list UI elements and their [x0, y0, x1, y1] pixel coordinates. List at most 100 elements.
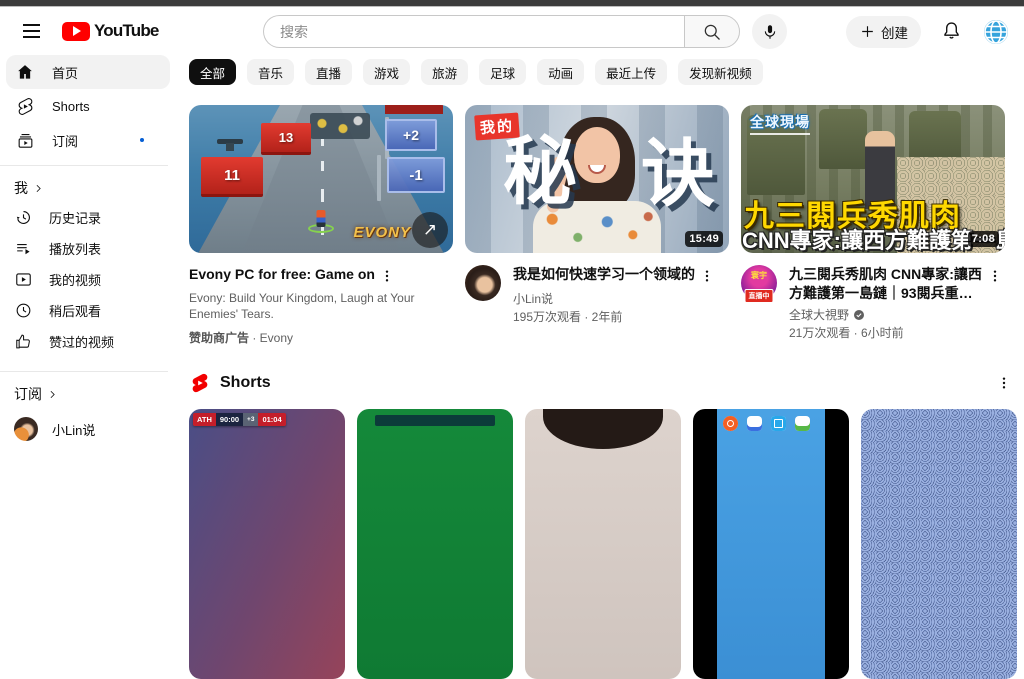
- sidebar-section-subscriptions[interactable]: 订阅: [0, 380, 176, 408]
- short-thumbnail-soccer-score[interactable]: ATH 90:00 +3 01:04: [189, 409, 345, 679]
- subscriptions-section-label: 订阅: [14, 384, 42, 404]
- channel-avatar[interactable]: [465, 265, 501, 301]
- channel-avatar-live[interactable]: 寰宇 直播中: [741, 265, 777, 301]
- channel-name[interactable]: 全球大視野: [789, 306, 849, 323]
- account-avatar[interactable]: [982, 18, 1010, 46]
- thumbnail-subline: CNN專家:讓西方難護第一島鏈: [742, 223, 1005, 253]
- chip-animation[interactable]: 动画: [537, 59, 584, 85]
- sidebar-item-home[interactable]: 首页: [6, 55, 170, 89]
- home-icon: [14, 62, 36, 82]
- shorts-more-options-button[interactable]: [996, 372, 1014, 394]
- youtube-logo[interactable]: YouTube: [62, 21, 159, 41]
- thumbs-up-icon: [14, 332, 33, 351]
- chevron-right-icon: [46, 388, 59, 401]
- chip-new-to-you[interactable]: 发现新视频: [678, 59, 763, 85]
- person-face-art: [574, 127, 620, 183]
- channel-name[interactable]: 小Lin说: [513, 290, 553, 307]
- sidebar-item-label: 赞过的视频: [49, 332, 114, 351]
- sidebar-item-subscriptions[interactable]: 订阅: [6, 123, 170, 157]
- scoreboard-clock: 01:04: [258, 413, 285, 426]
- app-icon-blue: [771, 416, 786, 431]
- main-content: 全部 音乐 直播 游戏 旅游 足球 动画 最近上传 发现新视频 13: [189, 55, 1024, 679]
- more-options-button[interactable]: [987, 265, 1005, 287]
- video-grid: 13 11 +2 -1 EVONY ↗: [189, 105, 1024, 346]
- sidebar-item-liked-videos[interactable]: 赞过的视频: [6, 326, 170, 357]
- chip-music[interactable]: 音乐: [247, 59, 294, 85]
- scoreboard-art: ATH 90:00 +3 01:04: [193, 413, 286, 426]
- turret-art: [217, 139, 243, 144]
- video-thumbnail[interactable]: 全球現場 九三閱兵秀肌肉 CNN專家:讓西方難護第一島鏈 7:08: [741, 105, 1005, 253]
- sidebar-item-label: 历史记录: [49, 208, 101, 227]
- thumbnail-big-char: 秘: [503, 135, 577, 209]
- history-icon: [14, 208, 33, 227]
- shorts-shelf: ATH 90:00 +3 01:04: [189, 409, 1024, 679]
- chip-live[interactable]: 直播: [305, 59, 352, 85]
- playlists-icon: [14, 239, 33, 258]
- sidebar-channel-xiaolinshuo[interactable]: 小Lin说: [6, 412, 170, 446]
- plus-icon: [859, 23, 876, 40]
- thumbnail-big-char: 诀: [641, 137, 715, 211]
- watch-later-icon: [14, 301, 33, 320]
- app-icon-phi: [747, 416, 762, 431]
- chip-travel[interactable]: 旅游: [421, 59, 468, 85]
- scoreboard-time: 90:00: [216, 413, 243, 426]
- your-videos-icon: [14, 270, 33, 289]
- scoreboard-added-time: +3: [243, 413, 258, 426]
- avatar-text: 寰宇: [741, 270, 777, 281]
- filter-chip-bar: 全部 音乐 直播 游戏 旅游 足球 动画 最近上传 发现新视频: [189, 59, 1024, 85]
- sidebar-item-history[interactable]: 历史记录: [6, 202, 170, 233]
- live-badge: 直播中: [745, 289, 774, 303]
- create-button[interactable]: 创建: [846, 16, 921, 48]
- shorts-section-header: Shorts: [189, 372, 1024, 394]
- sidebar-item-playlists[interactable]: 播放列表: [6, 233, 170, 264]
- search-input[interactable]: [280, 24, 684, 40]
- video-title[interactable]: 我是如何快速学习一个领域的: [513, 265, 695, 287]
- sidebar-item-label: 稍后观看: [49, 301, 101, 320]
- verified-badge-icon: [853, 309, 865, 321]
- video-card: 我的 秘 诀 15:49 我是如何快速学习一个领域的: [465, 105, 729, 346]
- ad-title[interactable]: Evony PC for free: Game on: [189, 265, 375, 287]
- sidebar-item-your-videos[interactable]: 我的视频: [6, 264, 170, 295]
- sidebar-divider: [0, 371, 168, 372]
- shorts-section-title: Shorts: [220, 374, 271, 392]
- chip-soccer[interactable]: 足球: [479, 59, 526, 85]
- search-icon: [702, 22, 722, 42]
- menu-button[interactable]: [14, 14, 48, 48]
- enemy-pile-art: [310, 113, 370, 139]
- short-thumbnail-face[interactable]: [525, 409, 681, 679]
- search-button[interactable]: [684, 15, 740, 48]
- shorts-icon: [14, 97, 36, 116]
- gate-top-art: [385, 105, 443, 114]
- sidebar-item-watch-later[interactable]: 稍后观看: [6, 295, 170, 326]
- hair-art: [543, 409, 663, 449]
- voice-search-button[interactable]: [752, 14, 787, 49]
- chevron-right-icon: [32, 182, 45, 195]
- short-thumbnail-crowd[interactable]: [861, 409, 1017, 679]
- more-options-button[interactable]: [699, 265, 717, 287]
- globe-avatar-icon: [982, 18, 1010, 46]
- video-thumbnail[interactable]: 我的 秘 诀 15:49: [465, 105, 729, 253]
- me-section-label: 我: [14, 178, 28, 198]
- sidebar-section-me[interactable]: 我: [0, 174, 176, 202]
- chip-gaming[interactable]: 游戏: [363, 59, 410, 85]
- notifications-button[interactable]: [940, 20, 963, 43]
- video-meta: 195万次观看 · 2年前: [513, 308, 729, 325]
- short-thumbnail-apps[interactable]: [693, 409, 849, 679]
- video-title[interactable]: 九三閱兵秀肌肉 CNN專家:讓西方難護第一島鏈｜93閱兵重器"東風-61.東風…: [789, 265, 983, 303]
- advertiser-name[interactable]: · Evony: [249, 331, 293, 345]
- ad-link-arrow-button[interactable]: ↗: [412, 212, 448, 248]
- short-thumbnail-pitch[interactable]: [357, 409, 513, 679]
- window-top-strip: [0, 0, 1024, 7]
- sidebar-item-label: 播放列表: [49, 239, 101, 258]
- channel-name: 小Lin说: [52, 420, 95, 439]
- sidebar-item-shorts[interactable]: Shorts: [6, 89, 170, 123]
- shorts-logo-icon: [189, 372, 211, 394]
- bell-icon: [940, 20, 963, 43]
- thumbnail-corner-badge: 全球現場: [750, 112, 810, 135]
- chip-all[interactable]: 全部: [189, 59, 236, 85]
- more-options-button[interactable]: [379, 265, 397, 287]
- app-icon-orange: [723, 416, 738, 431]
- chip-recently-uploaded[interactable]: 最近上传: [595, 59, 667, 85]
- ad-thumbnail[interactable]: 13 11 +2 -1 EVONY ↗: [189, 105, 453, 253]
- scoreboard-team: ATH: [193, 413, 216, 426]
